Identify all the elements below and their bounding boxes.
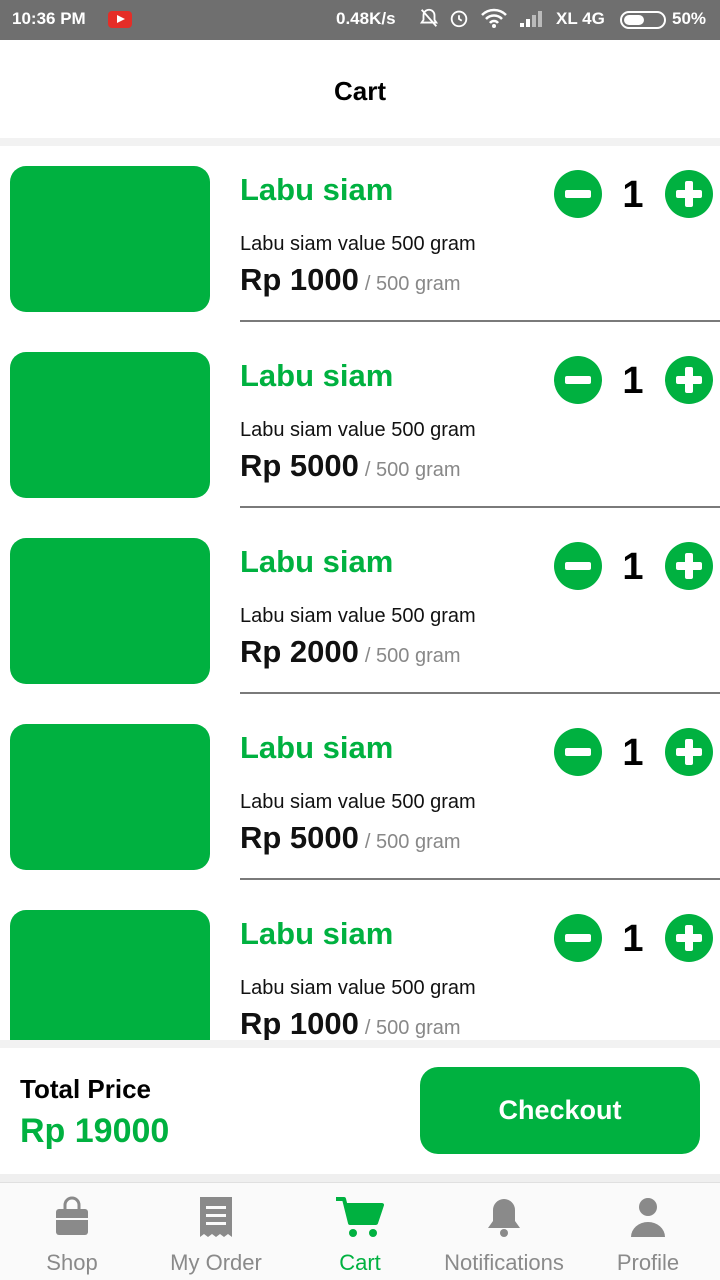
product-name: Labu siam — [240, 916, 394, 951]
product-description: Labu siam value 500 gram — [240, 419, 476, 441]
minus-icon — [565, 562, 591, 570]
increase-quantity-button[interactable] — [665, 170, 713, 218]
quantity-value: 1 — [622, 732, 644, 774]
nav-item-shop[interactable]: Shop — [0, 1183, 144, 1280]
quantity-value: 1 — [622, 918, 644, 960]
product-price-row: Rp 5000/ 500 gram — [240, 820, 461, 856]
product-price-row: Rp 1000/ 500 gram — [240, 1006, 461, 1040]
product-description: Labu siam value 500 gram — [240, 791, 476, 813]
nav-item-notifications[interactable]: Notifications — [432, 1183, 576, 1280]
wifi-icon — [480, 7, 508, 35]
increase-quantity-button[interactable] — [665, 356, 713, 404]
product-price-row: Rp 2000/ 500 gram — [240, 634, 461, 670]
total-divider — [0, 1040, 720, 1048]
shopping-bag-icon — [50, 1195, 94, 1244]
status-time: 10:36 PM — [12, 9, 86, 28]
product-image — [10, 724, 210, 870]
product-image — [10, 538, 210, 684]
increase-quantity-button[interactable] — [665, 914, 713, 962]
receipt-icon — [196, 1195, 236, 1244]
increase-quantity-button[interactable] — [665, 728, 713, 776]
product-name: Labu siam — [240, 544, 394, 579]
decrease-quantity-button[interactable] — [554, 542, 602, 590]
bell-icon — [484, 1195, 524, 1244]
header-divider — [0, 138, 720, 146]
product-image — [10, 910, 210, 1040]
item-divider — [240, 692, 720, 694]
total-price-value: Rp 19000 — [20, 1112, 170, 1150]
product-price: Rp 5000 — [240, 820, 359, 855]
network-speed: 0.48K/s — [336, 9, 396, 28]
quantity-value: 1 — [622, 546, 644, 588]
nav-item-cart[interactable]: Cart — [288, 1183, 432, 1280]
product-price: Rp 1000 — [240, 262, 359, 297]
decrease-quantity-button[interactable] — [554, 728, 602, 776]
cart-item[interactable]: Labu siam Labu siam value 500 gram Rp 10… — [0, 146, 720, 332]
battery-icon — [620, 11, 666, 29]
nav-divider — [0, 1174, 720, 1182]
product-unit: / 500 gram — [364, 273, 461, 295]
decrease-quantity-button[interactable] — [554, 914, 602, 962]
total-bar: Total Price Rp 19000 Checkout — [0, 1048, 720, 1174]
quantity-value: 1 — [622, 174, 644, 216]
item-divider — [240, 506, 720, 508]
quantity-value: 1 — [622, 360, 644, 402]
status-bar: 10:36 PM 0.48K/s XL 4G 50% — [0, 0, 720, 40]
cart-list[interactable]: Labu siam Labu siam value 500 gram Rp 10… — [0, 146, 720, 1040]
minus-icon — [565, 748, 591, 756]
minus-icon — [565, 190, 591, 198]
product-price: Rp 2000 — [240, 634, 359, 669]
product-price-row: Rp 1000/ 500 gram — [240, 262, 461, 298]
product-description: Labu siam value 500 gram — [240, 605, 476, 627]
product-name: Labu siam — [240, 730, 394, 765]
product-image — [10, 166, 210, 312]
person-icon — [628, 1195, 668, 1244]
product-price: Rp 1000 — [240, 1006, 359, 1040]
product-unit: / 500 gram — [364, 645, 461, 667]
product-description: Labu siam value 500 gram — [240, 233, 476, 255]
youtube-notification-icon — [108, 11, 132, 28]
item-divider — [240, 878, 720, 880]
product-price: Rp 5000 — [240, 448, 359, 483]
alarm-icon — [448, 7, 470, 35]
battery-percent: 50% — [672, 9, 707, 28]
minus-icon — [565, 934, 591, 942]
cart-item[interactable]: Labu siam Labu siam value 500 gram Rp 50… — [0, 704, 720, 890]
nav-label-cart: Cart — [339, 1250, 381, 1275]
app-header: Cart — [0, 40, 720, 138]
product-unit: / 500 gram — [364, 459, 461, 481]
product-image — [10, 352, 210, 498]
decrease-quantity-button[interactable] — [554, 356, 602, 404]
product-name: Labu siam — [240, 358, 394, 393]
notifications-off-icon — [418, 7, 440, 35]
nav-item-profile[interactable]: Profile — [576, 1183, 720, 1280]
product-price-row: Rp 5000/ 500 gram — [240, 448, 461, 484]
decrease-quantity-button[interactable] — [554, 170, 602, 218]
nav-label-profile: Profile — [616, 1250, 680, 1275]
product-description: Labu siam value 500 gram — [240, 977, 476, 999]
nav-item-my-order[interactable]: My Order — [144, 1183, 288, 1280]
page-title: Cart — [333, 76, 386, 106]
minus-icon — [565, 376, 591, 384]
cart-icon — [334, 1195, 386, 1244]
signal-icon — [518, 7, 544, 35]
nav-label-shop: Shop — [46, 1250, 98, 1275]
product-name: Labu siam — [240, 172, 394, 207]
cart-item[interactable]: Labu siam Labu siam value 500 gram Rp 50… — [0, 332, 720, 518]
bottom-navigation: Shop My Order Cart Notifications Profile — [0, 1182, 720, 1280]
increase-quantity-button[interactable] — [665, 542, 713, 590]
cart-item[interactable]: Labu siam Labu siam value 500 gram Rp 10… — [0, 890, 720, 1040]
product-unit: / 500 gram — [364, 831, 461, 853]
nav-label-my-order: My Order — [170, 1250, 262, 1275]
cart-item[interactable]: Labu siam Labu siam value 500 gram Rp 20… — [0, 518, 720, 704]
product-unit: / 500 gram — [364, 1017, 461, 1039]
item-divider — [240, 320, 720, 322]
carrier-label: XL 4G — [556, 9, 605, 28]
nav-label-notifications: Notifications — [444, 1250, 564, 1275]
total-price-label: Total Price — [20, 1074, 152, 1104]
checkout-button[interactable]: Checkout — [420, 1067, 700, 1154]
